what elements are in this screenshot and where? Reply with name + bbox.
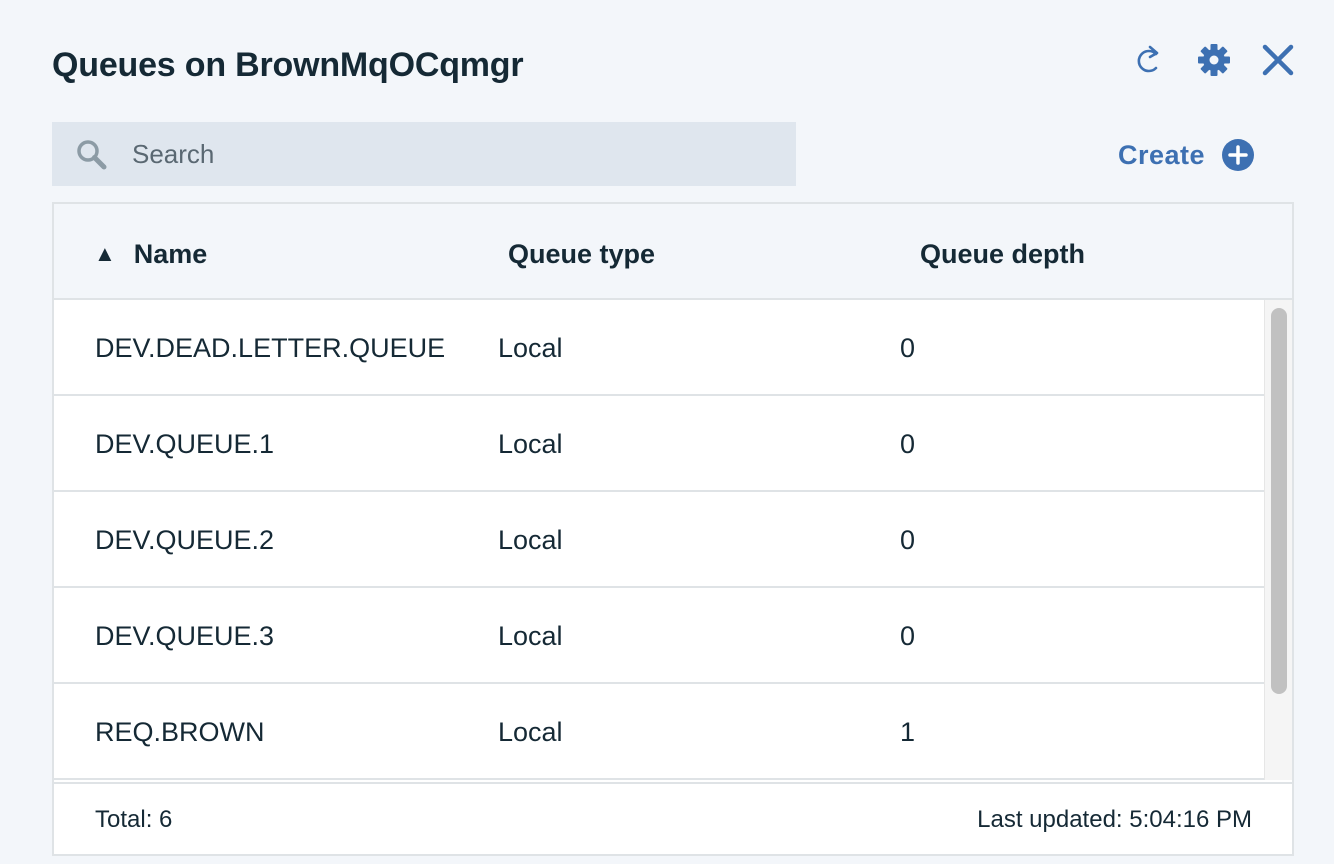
close-icon xyxy=(1262,44,1294,76)
cell-queue-type: Local xyxy=(498,429,563,459)
cell-name: REQ.BROWN xyxy=(95,717,265,747)
page-title: Queues on BrownMqOCqmgr xyxy=(52,46,524,84)
table-row[interactable]: DEV.DEAD.LETTER.QUEUE Local 0 xyxy=(54,300,1264,396)
column-header-queue-depth[interactable]: Queue depth xyxy=(920,234,1085,274)
cell-queue-depth: 0 xyxy=(900,333,916,363)
search-input[interactable] xyxy=(132,122,772,186)
refresh-icon xyxy=(1137,45,1159,73)
table-row[interactable]: DEV.QUEUE.1 Local 0 xyxy=(54,396,1264,492)
cell-queue-depth: 1 xyxy=(900,717,916,747)
last-updated: Last updated: 5:04:16 PM xyxy=(977,806,1252,833)
create-button[interactable]: Create xyxy=(1118,137,1255,173)
column-header-queue-type[interactable]: Queue type xyxy=(508,234,655,274)
settings-button[interactable] xyxy=(1194,40,1234,80)
cell-queue-type: Local xyxy=(498,525,563,555)
gear-icon xyxy=(1198,44,1230,76)
close-button[interactable] xyxy=(1258,40,1298,80)
cell-queue-depth: 0 xyxy=(900,429,916,459)
column-header-name[interactable]: ▲ Name xyxy=(94,234,207,274)
cell-name: DEV.QUEUE.2 xyxy=(95,525,275,555)
search-icon xyxy=(77,140,107,170)
table-row[interactable]: DEV.QUEUE.3 Local 0 xyxy=(54,588,1264,684)
total-count: Total: 6 xyxy=(95,806,173,833)
search-bar xyxy=(52,122,796,186)
column-header-label: Name xyxy=(133,238,208,269)
plus-circle-icon xyxy=(1222,139,1255,171)
cell-name: DEV.QUEUE.1 xyxy=(95,429,275,459)
cell-queue-depth: 0 xyxy=(900,621,916,651)
table-row[interactable]: REQ.BROWN Local 1 xyxy=(54,684,1264,780)
scrollbar-thumb[interactable] xyxy=(1271,308,1287,694)
cell-queue-type: Local xyxy=(498,621,563,651)
table-row[interactable]: DEV.QUEUE.2 Local 0 xyxy=(54,492,1264,588)
cell-queue-type: Local xyxy=(498,717,563,747)
cell-name: DEV.QUEUE.3 xyxy=(95,621,275,651)
table-header: ▲ Name Queue type Queue depth xyxy=(54,204,1292,300)
refresh-button[interactable] xyxy=(1129,40,1169,80)
table-body: DEV.DEAD.LETTER.QUEUE Local 0 DEV.QUEUE.… xyxy=(54,300,1264,780)
create-label: Create xyxy=(1118,139,1206,170)
cell-queue-type: Local xyxy=(498,333,563,363)
scrollbar[interactable] xyxy=(1264,300,1292,780)
cell-name: DEV.DEAD.LETTER.QUEUE xyxy=(95,333,446,363)
queues-table: ▲ Name Queue type Queue depth DEV.DEAD.L… xyxy=(52,202,1294,856)
sort-ascending-icon: ▲ xyxy=(94,241,116,266)
cell-queue-depth: 0 xyxy=(900,525,916,555)
table-footer: Total: 6 Last updated: 5:04:16 PM xyxy=(54,782,1292,854)
queues-widget: Queues on BrownMqOCqmgr Search Create ▲ … xyxy=(0,0,1334,864)
